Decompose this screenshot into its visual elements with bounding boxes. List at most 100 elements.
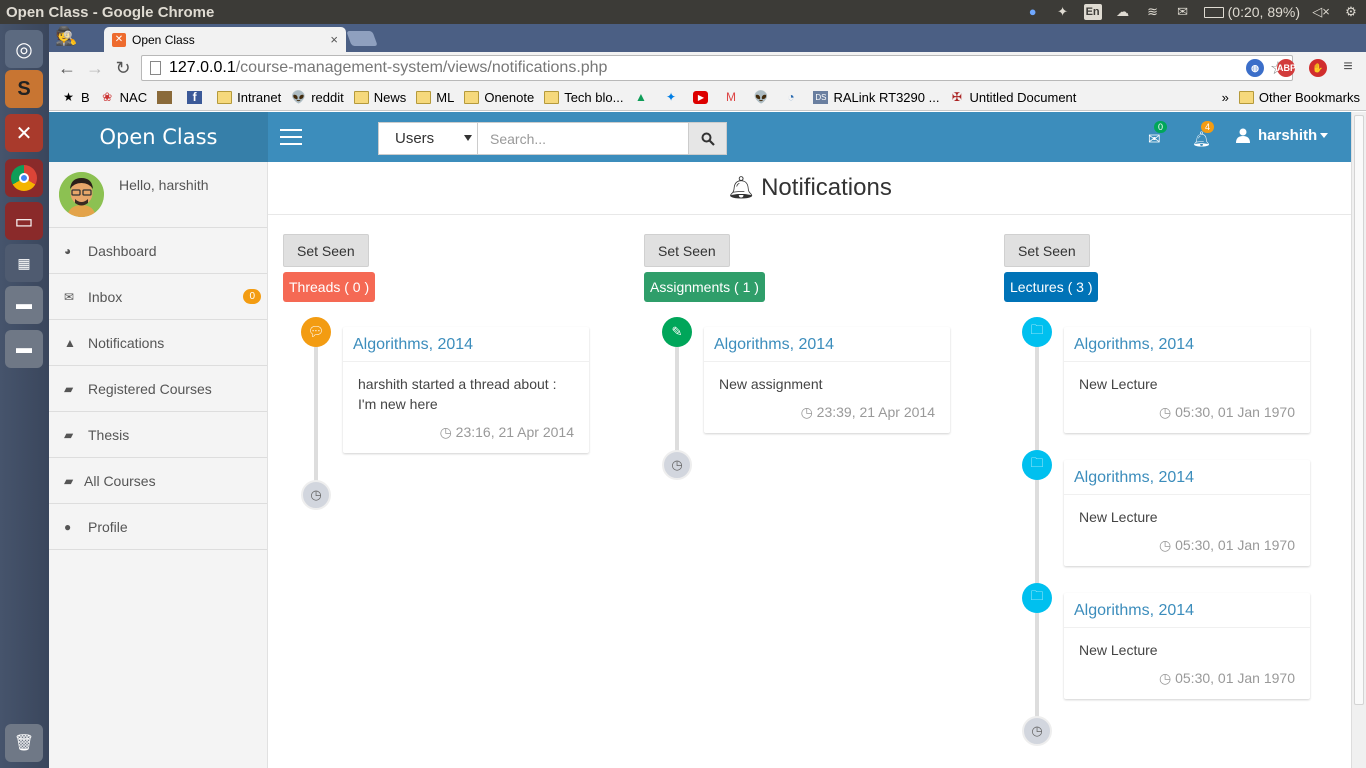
facebook-icon: f [187, 90, 203, 104]
lectures-label: Lectures ( 3 ) [1004, 272, 1099, 302]
page-scrollbar[interactable] [1351, 112, 1366, 768]
bookmark-nac[interactable]: ❀ NAC [100, 90, 147, 105]
timeline-item-time: ◷ 05:30, 01 Jan 1970 [1159, 537, 1295, 553]
new-tab-button[interactable] [346, 31, 378, 46]
timeline-item-title[interactable]: Algorithms, 2014 [343, 327, 589, 362]
timeline-item-title[interactable]: Algorithms, 2014 [704, 327, 950, 362]
assignments-label: Assignments ( 1 ) [644, 272, 765, 302]
chrome-menu-icon[interactable]: ≡ [1334, 58, 1362, 76]
avatar [59, 172, 104, 217]
other-bookmarks[interactable]: » Other Bookmarks [1222, 90, 1360, 105]
bookmarks-overflow-button[interactable]: » [1222, 90, 1229, 105]
volume-muted-icon[interactable]: ◁× [1312, 4, 1330, 20]
google-drive-icon: ▲ [635, 89, 647, 104]
bookmark-untitled[interactable]: ✠ Untitled Document [949, 90, 1076, 105]
bookmark-reddit-2[interactable]: 👽 [753, 90, 773, 104]
adblock-plus-icon[interactable]: ABP [1277, 59, 1296, 77]
settings-tools-icon[interactable]: ✕ [5, 114, 43, 152]
wifi-icon[interactable]: ≋ [1144, 4, 1162, 20]
user-icon [1236, 128, 1250, 143]
bell-icon: 🔔︎ [1192, 131, 1212, 148]
drive-icon[interactable]: ▬ [5, 286, 43, 324]
search-button[interactable] [689, 122, 727, 155]
web-page: Open Class Users Search... ✉ 0 🔔︎ 4 hars… [49, 112, 1351, 768]
clock-icon: ◷ [301, 480, 331, 510]
bookmark-news[interactable]: News [353, 90, 406, 105]
comments-icon: 💬︎ [301, 317, 331, 347]
keyboard-layout-indicator[interactable]: En [1083, 4, 1102, 20]
user-panel: Hello, harshith [49, 162, 267, 228]
timeline-item: Algorithms, 2014 harshith started a thre… [343, 327, 589, 453]
timeline-item-title[interactable]: Algorithms, 2014 [1064, 593, 1310, 628]
sidebar-item-profile[interactable]: ● Profile [49, 504, 267, 550]
trash-icon[interactable]: 🗑 [5, 724, 43, 762]
page-title: 🔔︎ Notifications [268, 162, 1351, 215]
sidebar-toggle-icon[interactable] [280, 129, 302, 145]
set-seen-button[interactable]: Set Seen [1004, 234, 1090, 267]
bookmark-dropbox[interactable]: ✦ [663, 90, 683, 104]
dash-home-icon[interactable]: ◎ [5, 30, 43, 68]
forward-icon[interactable]: → [81, 58, 109, 79]
set-seen-button[interactable]: Set Seen [644, 234, 730, 267]
notifications-menu[interactable]: 🔔︎ 4 [1192, 121, 1215, 148]
brand-logo[interactable]: Open Class [49, 112, 268, 162]
caret-down-icon [1320, 133, 1329, 138]
bookmark-onenote[interactable]: Onenote [464, 90, 534, 105]
bookmark-reddit[interactable]: 👽 reddit [291, 90, 344, 105]
browser-toolbar: ← → ↻ 127.0.0.1/course-management-system… [49, 52, 1366, 84]
timeline-item-time: ◷ 05:30, 01 Jan 1970 [1159, 404, 1295, 420]
search-input[interactable]: Search... [478, 122, 689, 155]
search-filter-select[interactable]: Users [378, 122, 478, 155]
browser-tab[interactable]: ✕ Open Class × [104, 27, 346, 52]
timeline-item-title[interactable]: Algorithms, 2014 [1064, 327, 1310, 362]
sidebar-item-inbox[interactable]: ✉ Inbox 0 [49, 274, 267, 320]
lectures-column: Set Seen Lectures ( 3 ) 🗀︎ Algorithms, 2… [1004, 234, 1314, 754]
close-tab-icon[interactable]: × [330, 32, 338, 47]
bookmark-intranet[interactable]: Intranet [217, 90, 281, 105]
dropbox-icon[interactable]: ✦ [1054, 4, 1072, 20]
globe-icon[interactable]: ● [1024, 4, 1042, 20]
clock-icon: ◷ [439, 424, 456, 440]
set-seen-button[interactable]: Set Seen [283, 234, 369, 267]
chrome-icon[interactable] [5, 159, 43, 197]
folder-icon: 🗀︎ [1022, 450, 1052, 480]
mail-icon[interactable]: ✉ [1174, 4, 1192, 20]
reddit-icon: 👽 [291, 89, 307, 104]
search-icon [701, 132, 715, 146]
stop-extension-icon[interactable]: ✋ [1309, 59, 1327, 77]
globe-extension-icon[interactable]: ◍ [1246, 59, 1264, 77]
sublime-text-icon[interactable]: S [5, 70, 43, 108]
bell-icon: ▲ [64, 335, 76, 350]
drive-icon-2[interactable]: ▬ [5, 330, 43, 368]
bookmark-box[interactable] [157, 90, 177, 104]
bookmark-ralink[interactable]: DS RALink RT3290 ... [813, 90, 939, 105]
bookmark-ml[interactable]: ML [416, 90, 454, 105]
workspace-switcher-icon[interactable]: ▦ [5, 244, 43, 282]
bookmark-youtube[interactable]: ▶ [693, 90, 713, 104]
cloud-icon[interactable]: ☁ [1114, 4, 1132, 20]
gear-icon[interactable]: ⚙ [1342, 4, 1360, 20]
address-bar[interactable]: 127.0.0.1/course-management-system/views… [141, 55, 1293, 81]
sidebar-item-registered-courses[interactable]: ▰ Registered Courses [49, 366, 267, 412]
sidebar-item-thesis[interactable]: ▰ Thesis [49, 412, 267, 458]
reload-icon[interactable]: ↻ [109, 58, 137, 79]
bookmark-drive[interactable]: ▲ [633, 89, 653, 104]
bookmark-circle[interactable]: ◔ [783, 90, 803, 104]
bookmark-facebook[interactable]: f [187, 90, 207, 104]
user-icon: ● [64, 519, 72, 534]
bookmark-tech-blog[interactable]: Tech blo... [544, 90, 623, 105]
file-manager-icon[interactable]: ▭ [5, 202, 43, 240]
back-icon[interactable]: ← [53, 58, 81, 79]
timeline-item-title[interactable]: Algorithms, 2014 [1064, 460, 1310, 495]
envelope-icon: ✉ [64, 289, 75, 304]
messages-menu[interactable]: ✉ 0 [1148, 121, 1168, 148]
scrollbar-thumb[interactable] [1354, 115, 1364, 705]
battery-indicator[interactable]: (0:20, 89%) [1203, 4, 1300, 20]
document-icon: ✠ [951, 89, 962, 104]
sidebar-item-dashboard[interactable]: ◕ Dashboard [49, 228, 267, 274]
sidebar-item-all-courses[interactable]: ▰ All Courses [49, 458, 267, 504]
sidebar-item-notifications[interactable]: ▲ Notifications [49, 320, 267, 366]
bookmark-b[interactable]: ★ B [61, 90, 90, 105]
user-menu[interactable]: harshith [1236, 127, 1329, 144]
bookmark-gmail[interactable]: M [723, 90, 743, 104]
